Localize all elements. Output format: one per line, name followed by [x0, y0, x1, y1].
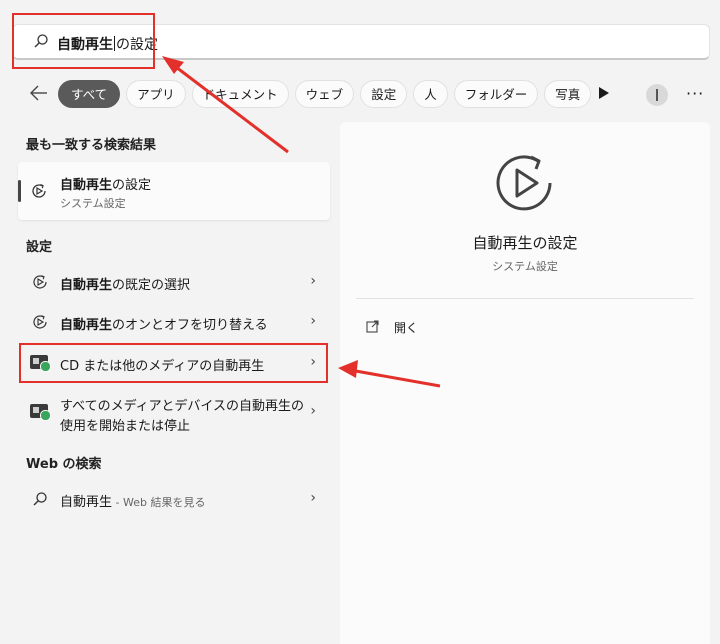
annotation-arrow-head-icon — [338, 360, 358, 378]
annotation-arrows — [162, 56, 441, 388]
